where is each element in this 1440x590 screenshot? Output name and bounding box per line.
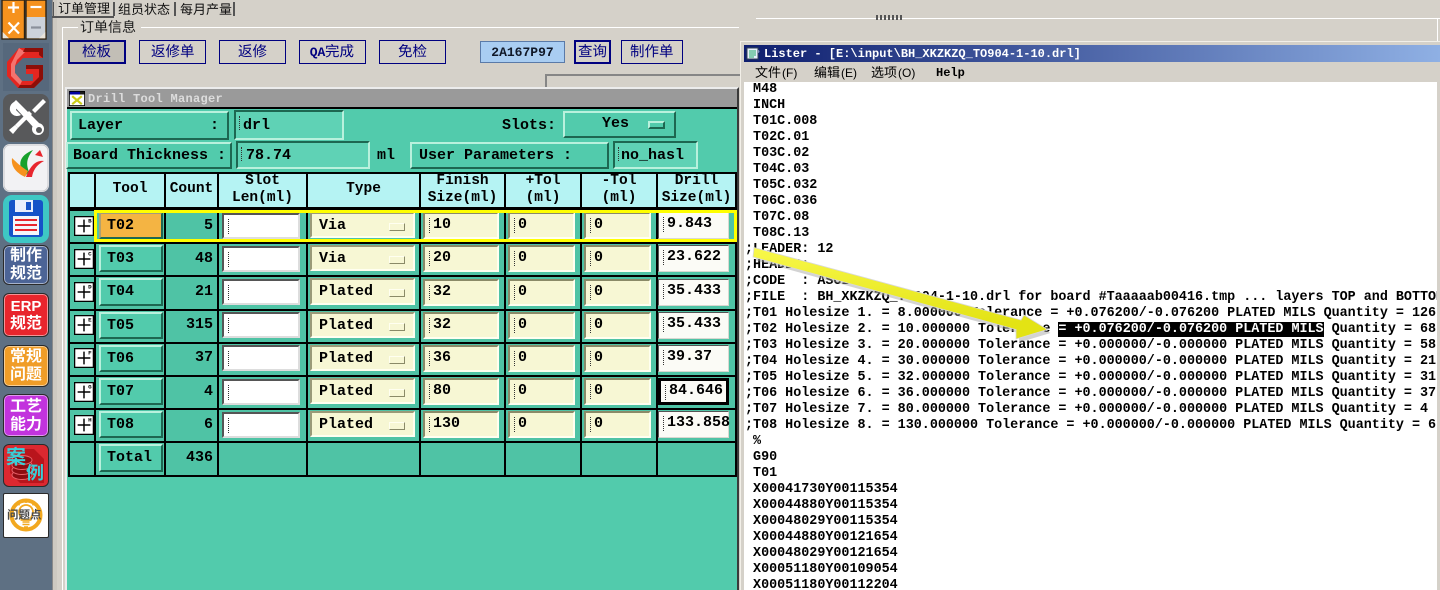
svg-text:D: D [88, 283, 92, 290]
svg-text:E: E [88, 317, 92, 324]
svg-text:H: H [88, 416, 92, 423]
svg-text:F: F [88, 350, 92, 357]
svg-text:B: B [88, 217, 92, 224]
svg-text:C: C [88, 250, 92, 257]
svg-text:G: G [88, 383, 92, 390]
